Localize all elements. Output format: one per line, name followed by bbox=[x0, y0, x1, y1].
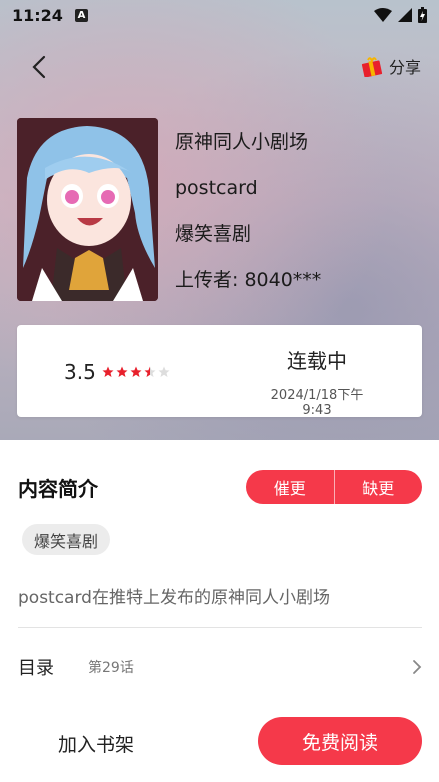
table-of-contents-row[interactable]: 目录 第29话 bbox=[18, 648, 422, 686]
book-uploader: 上传者: 8040*** bbox=[175, 269, 322, 291]
gift-icon bbox=[361, 57, 383, 77]
status-bar: 11:24 A bbox=[0, 0, 439, 30]
intro-title: 内容简介 bbox=[18, 477, 98, 501]
status-icons bbox=[374, 7, 427, 23]
battery-icon bbox=[418, 7, 427, 23]
share-label: 分享 bbox=[388, 58, 421, 77]
book-author[interactable]: postcard bbox=[175, 174, 321, 220]
bottom-bar: 加入书架 免费阅读 bbox=[0, 700, 439, 782]
chevron-left-icon bbox=[32, 55, 46, 79]
status-time: 11:24 bbox=[12, 5, 63, 25]
book-info: 原神同人小剧场 postcard 爆笑喜剧 上传者: 8040*** bbox=[175, 128, 321, 312]
update-time: 2024/1/18下午9:43 bbox=[270, 388, 364, 418]
book-genre: 爆笑喜剧 bbox=[175, 223, 252, 245]
rating: 3.5 bbox=[64, 360, 170, 384]
signal-icon bbox=[398, 8, 412, 22]
star-icon bbox=[116, 366, 128, 377]
latest-chapter: 第29话 bbox=[88, 660, 134, 676]
description: postcard在推特上发布的原神同人小剧场 bbox=[18, 588, 330, 608]
star-icon bbox=[130, 366, 142, 377]
action-group: 催更 缺更 bbox=[246, 470, 422, 504]
book-cover-image[interactable] bbox=[17, 118, 158, 301]
toc-label: 目录 bbox=[18, 658, 54, 679]
add-to-shelf-button[interactable]: 加入书架 bbox=[58, 730, 134, 757]
serial-info: 连载中 2024/1/18下午9:43 bbox=[257, 345, 377, 418]
urge-update-button[interactable]: 催更 bbox=[246, 470, 334, 504]
status-card: 3.5 连载中 2024/1/18下午9:43 bbox=[17, 325, 422, 418]
notification-badge: A bbox=[74, 8, 88, 22]
divider-line bbox=[18, 627, 422, 628]
star-icon bbox=[102, 366, 114, 377]
free-read-button[interactable]: 免费阅读 bbox=[258, 717, 422, 765]
cover-illustration bbox=[17, 118, 158, 301]
genre-tag[interactable]: 爆笑喜剧 bbox=[22, 524, 111, 555]
star-icon bbox=[158, 366, 170, 377]
back-button[interactable] bbox=[24, 52, 54, 82]
star-icon bbox=[144, 366, 156, 377]
report-missing-button[interactable]: 缺更 bbox=[335, 470, 423, 504]
chevron-right-icon bbox=[413, 660, 422, 674]
rating-value: 3.5 bbox=[64, 360, 96, 384]
book-title: 原神同人小剧场 bbox=[175, 131, 309, 153]
serial-status: 连载中 bbox=[287, 349, 347, 373]
wifi-icon bbox=[374, 8, 392, 22]
share-button[interactable]: 分享 bbox=[361, 54, 421, 78]
rating-stars bbox=[102, 366, 170, 378]
